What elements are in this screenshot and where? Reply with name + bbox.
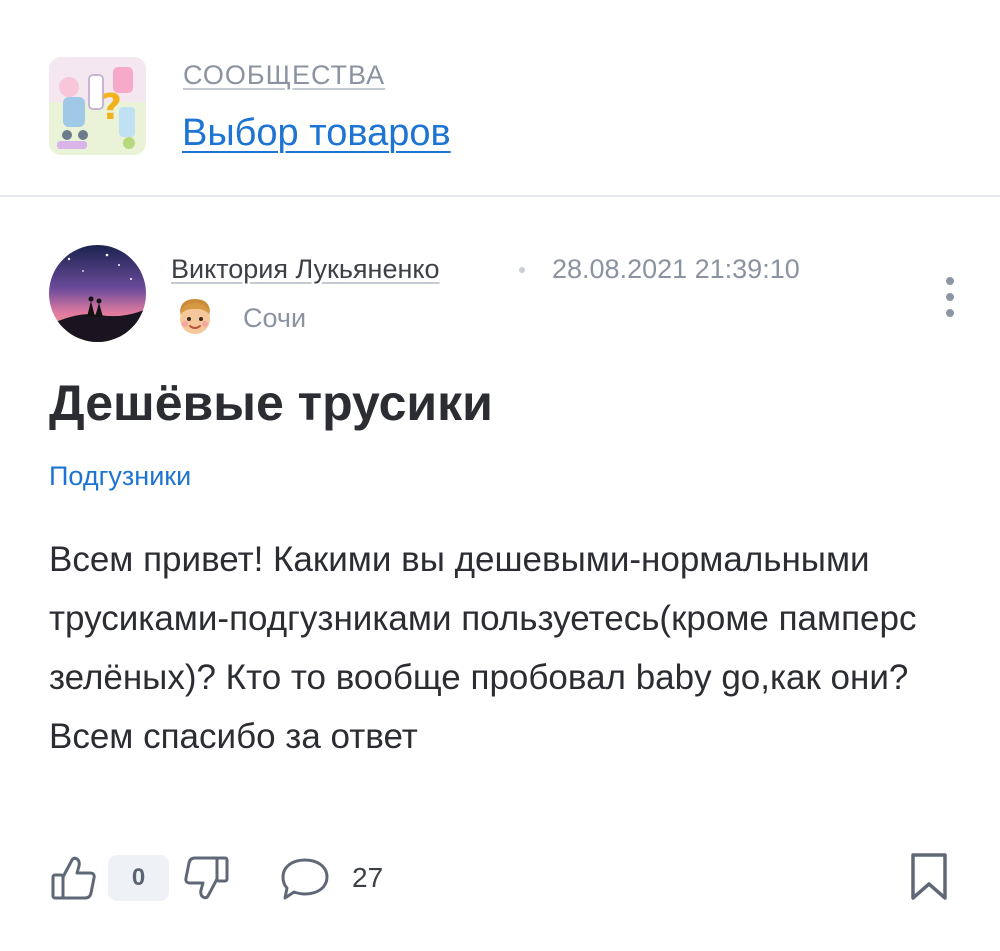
comment-count[interactable]: 27 (352, 862, 383, 894)
post-title: Дешёвые трусики (49, 375, 493, 431)
rating-count: 0 (108, 855, 169, 901)
author-city: Сочи (243, 303, 307, 333)
post-body: Всем привет! Какими вы дешевыми-нормальн… (49, 540, 917, 756)
post-tag-link[interactable]: Подгузники (49, 461, 191, 492)
thumb-down-icon[interactable] (182, 854, 230, 902)
divider (0, 195, 1000, 197)
svg-text:?: ? (101, 87, 122, 128)
meta-separator (519, 267, 525, 273)
thumb-up-icon[interactable] (50, 854, 98, 902)
more-vertical-icon[interactable] (935, 275, 965, 319)
community-name-link[interactable]: Выбор товаров (182, 112, 451, 155)
boy-face-icon (174, 295, 216, 337)
author-avatar[interactable] (49, 245, 146, 342)
bookmark-icon[interactable] (909, 852, 949, 902)
author-name-link[interactable]: Виктория Лукьяненко (171, 254, 440, 285)
community-section-label[interactable]: СООБЩЕСТВА (183, 60, 385, 91)
post-date: 28.08.2021 21:39:10 (552, 254, 800, 284)
community-thumbnail[interactable]: ? (49, 57, 146, 155)
community-header: ? СООБЩЕСТВА Выбор товаров (0, 0, 1000, 196)
speech-bubble-icon[interactable] (279, 855, 331, 903)
